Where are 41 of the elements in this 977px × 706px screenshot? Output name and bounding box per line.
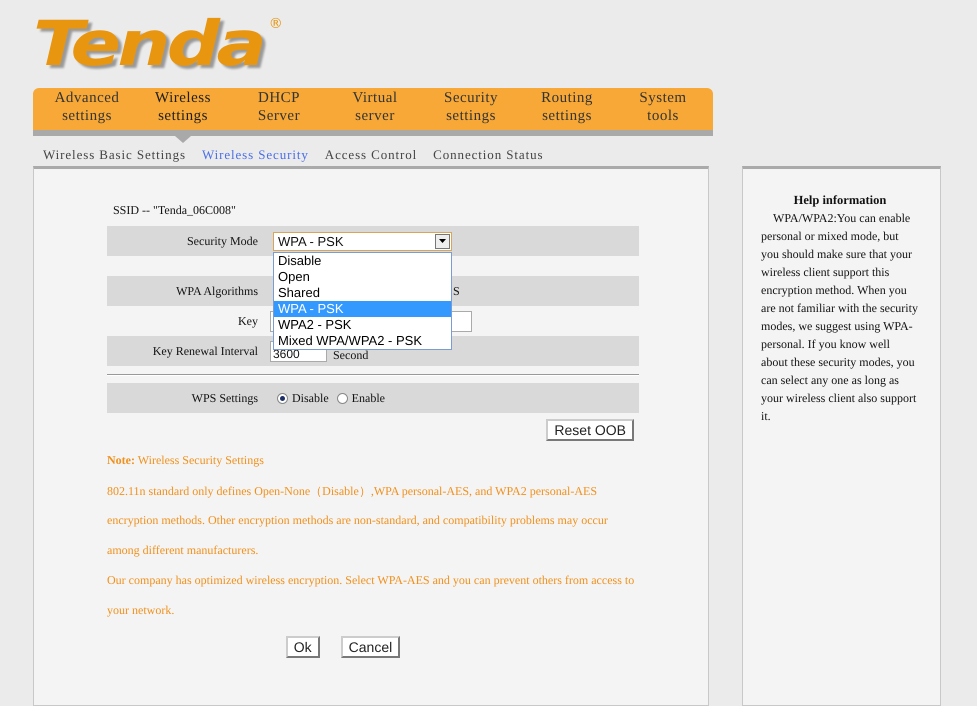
help-title: Help information <box>792 192 888 209</box>
nav-tab[interactable]: Security settings <box>423 88 519 143</box>
dropdown-option[interactable]: Shared <box>274 284 451 300</box>
note-text: your network. <box>107 603 176 619</box>
field-label: Security Mode <box>186 234 258 248</box>
reset-button[interactable]: Reset OOB <box>546 419 634 441</box>
radio-label: Disable <box>292 390 329 406</box>
field-label: Key <box>237 314 258 328</box>
sub-tab[interactable]: Wireless Basic Settings <box>43 147 186 166</box>
ssid-label: SSID -- "Tenda_06C008" <box>112 203 237 219</box>
radio-button[interactable] <box>277 392 288 404</box>
unit-label: Second <box>333 348 368 360</box>
note-heading: Note: Wireless Security Settings <box>107 453 265 469</box>
nav-tab[interactable]: System tools <box>615 88 711 143</box>
cancel-button[interactable]: Cancel <box>340 636 400 658</box>
radio-label: Enable <box>352 390 385 406</box>
help-text: WPA/WPA2:You can enable personal or mixed mode, but you should make sure that your wireless client support this encryption method. When you are not familiar with the security modes, we suggest using WPA-personal. If you know well about these security modes, you can select any one as long as your wireless client also support it. <box>761 210 919 425</box>
nav-tab[interactable]: Virtual server <box>327 88 423 143</box>
field-label: Key Renewal Interval <box>152 344 258 358</box>
note-text: encryption methods. Other encryption methods are non-standard, and compatibility problems may occur <box>107 513 609 529</box>
dropdown-option[interactable]: WPA2 - PSK <box>274 316 451 332</box>
ok-button[interactable]: Ok <box>286 636 320 658</box>
logo: Tenda <box>33 14 264 74</box>
note-text: Our company has optimized wireless encryption. Select WPA-AES and you can prevent others from access to <box>107 573 636 589</box>
sub-tab[interactable]: Wireless Security <box>202 147 309 166</box>
registered-mark: ® <box>268 16 283 32</box>
note-text: 802.11n standard only defines Open-None（Disable）,WPA personal-AES, and WPA2 personal-AES <box>107 483 598 500</box>
dropdown-option[interactable]: Disable <box>274 252 451 268</box>
nav-tab[interactable]: DHCP Server <box>231 88 327 143</box>
sub-tab[interactable]: Access Control <box>324 147 418 166</box>
radio-button[interactable] <box>336 392 348 404</box>
nav-tab[interactable]: Advanced settings <box>39 88 135 143</box>
nav-tab[interactable]: Wireless settings <box>135 88 231 143</box>
sub-tab[interactable]: Connection Status <box>433 147 544 166</box>
field-label: WPA Algorithms <box>175 284 258 298</box>
nav-tab[interactable]: Routing settings <box>519 88 615 143</box>
dropdown-option[interactable]: Open <box>274 268 451 284</box>
dropdown-value: WPA - PSK <box>278 234 344 248</box>
note-text: among different manufacturers. <box>107 543 260 559</box>
field-label: WPS Settings <box>190 390 258 406</box>
option-text: S <box>453 284 460 298</box>
